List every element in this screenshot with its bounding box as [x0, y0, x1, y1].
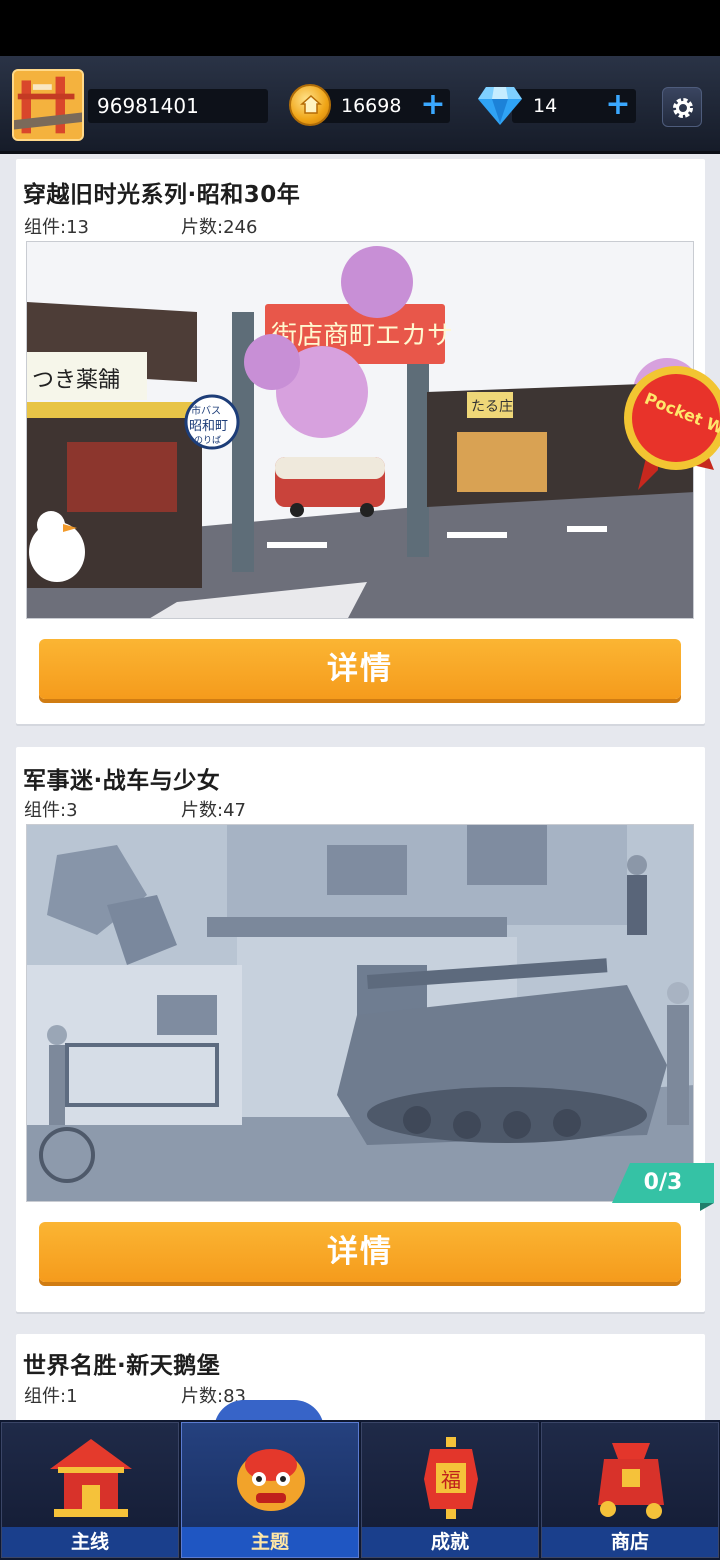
tab-label: 主题 [182, 1527, 358, 1557]
tab-label: 主线 [2, 1527, 178, 1557]
svg-text:福: 福 [441, 1468, 461, 1492]
gate-sign-text: 街店商町エカサ [271, 321, 453, 351]
theme-image[interactable]: つき薬舗 街店商町エカサ 市バス 昭和町 のりば たる庄 [26, 241, 694, 619]
detail-button[interactable]: 详情 [39, 1222, 681, 1282]
card-title: 穿越旧时光系列·昭和30年 [23, 182, 301, 208]
top-resource-bar: 96981401 16698 + 14 + [0, 56, 720, 154]
theme-list[interactable]: 穿越旧时光系列·昭和30年 组件:13 片数:246 つき薬舗 街店商町エカサ … [0, 154, 720, 1420]
bottom-tab-bar: 主线 主题 福 成就 商店 [0, 1420, 720, 1560]
avatar[interactable] [12, 69, 84, 141]
coin-icon [289, 84, 331, 126]
detail-button[interactable]: 详情 [39, 639, 681, 699]
theme-card-showa: 穿越旧时光系列·昭和30年 组件:13 片数:246 つき薬舗 街店商町エカサ … [16, 159, 705, 724]
gift-bag-icon [598, 1443, 664, 1519]
piece-count: 片数:47 [181, 800, 246, 821]
component-count: 组件:3 [24, 800, 78, 821]
tab-label: 成就 [362, 1527, 538, 1557]
theme-card-tank: 军事迷·战车与少女 组件:3 片数:47 详情 [16, 747, 705, 1312]
pocket-world-badge: Pocket World [624, 366, 720, 490]
gear-icon [673, 98, 693, 118]
theme-image[interactable] [26, 824, 694, 1202]
settings-button[interactable] [662, 87, 702, 127]
card-title: 军事迷·战车与少女 [23, 768, 221, 794]
user-id: 96981401 [88, 89, 268, 123]
bus-sign-top: 市バス [191, 404, 221, 417]
component-count: 组件:1 [24, 1386, 78, 1407]
bus-sign-bottom: のりば [194, 435, 221, 446]
theme-card-neuschwanstein: 世界名胜·新天鹅堡 组件:1 片数:83 [16, 1334, 705, 1420]
add-gems-button[interactable]: + [604, 90, 632, 120]
temple-icon [50, 1439, 132, 1517]
tab-theme[interactable]: 主题 [181, 1422, 359, 1558]
lion-dance-icon [237, 1449, 305, 1511]
tab-label: 商店 [542, 1527, 718, 1557]
add-coins-button[interactable]: + [419, 90, 447, 120]
tab-achievements[interactable]: 福 成就 [361, 1422, 539, 1558]
fu-lantern-icon: 福 [424, 1437, 478, 1519]
diamond-icon [478, 87, 522, 125]
tab-main[interactable]: 主线 [1, 1422, 179, 1558]
right-shop-sign: たる庄 [471, 398, 513, 415]
shop-sign-text: つき薬舗 [32, 368, 120, 393]
card-title: 世界名胜·新天鹅堡 [23, 1353, 221, 1379]
tab-shop[interactable]: 商店 [541, 1422, 719, 1558]
bus-sign-text: 昭和町 [189, 419, 228, 434]
piece-count: 片数:246 [181, 217, 258, 238]
component-count: 组件:13 [24, 217, 89, 238]
status-bar [0, 0, 720, 56]
